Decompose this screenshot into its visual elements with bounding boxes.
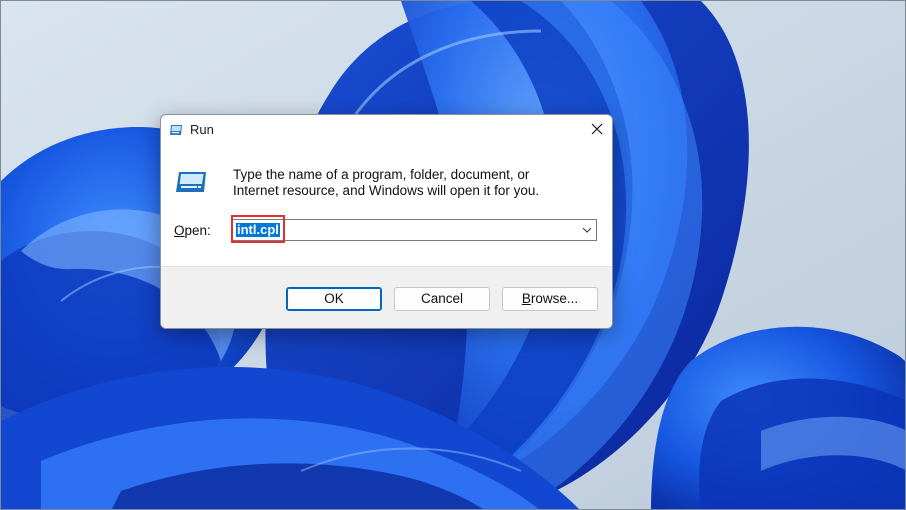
close-button[interactable] [582,115,612,143]
close-icon [591,123,603,135]
run-icon [169,123,183,135]
open-label-text: pen: [184,223,211,238]
browse-accelerator: B [521,291,531,306]
chevron-down-icon[interactable] [582,227,592,234]
browse-button[interactable]: Browse... [502,287,598,311]
description-text: Internet resource, and Windows will open… [233,183,540,198]
browse-label: rowse... [530,291,579,306]
window-title: Run [190,122,214,137]
button-bar: OK Cancel Browse... [161,266,612,328]
annotation-highlight [231,215,285,243]
description-text: Type the name of a program, folder, docu… [233,167,530,182]
open-label: Open: [174,223,211,238]
open-combobox[interactable]: intl.cpl [231,219,597,241]
run-icon [175,171,207,193]
run-dialog: Run Type the name of a program, folder, … [160,114,613,329]
cancel-button[interactable]: Cancel [394,287,490,311]
ok-button[interactable]: OK [286,287,382,311]
open-label-accelerator: O [174,223,185,238]
title-bar[interactable]: Run [161,115,612,145]
